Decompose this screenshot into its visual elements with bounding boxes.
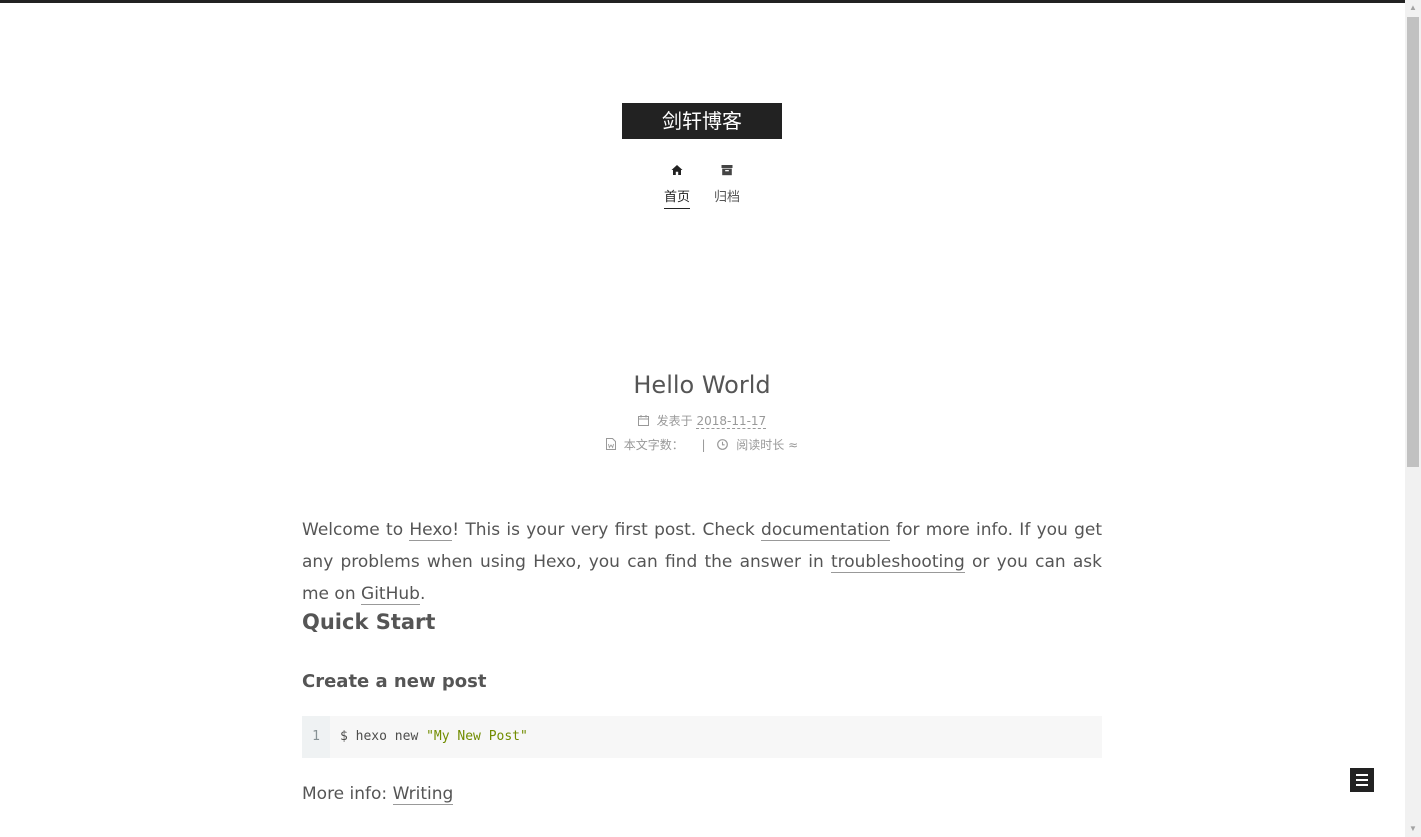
top-progress-bar [0, 0, 1405, 3]
clock-icon [717, 439, 729, 450]
section-heading: Quick Start [302, 610, 436, 634]
nav-item-label: 归档 [714, 189, 741, 204]
more-info-label: More info: [302, 784, 393, 804]
post-body: Welcome to Hexo! This is your very first… [302, 514, 1102, 805]
nav-item-archive[interactable]: 归档 [714, 164, 740, 208]
scroll-down-arrow-icon[interactable]: ▼ [1405, 821, 1421, 837]
code-line: $ hexo new "My New Post" [340, 716, 528, 758]
menu-icon-bar [1356, 784, 1368, 786]
menu-icon-bar [1356, 779, 1368, 781]
meta-separator: | [701, 438, 706, 452]
vertical-scrollbar[interactable]: ▲ ▼ [1405, 0, 1421, 837]
reading-time-label: 阅读时长 ≈ [736, 438, 799, 452]
posted-label: 发表于 [656, 414, 693, 428]
more-info: More info: Writing [302, 781, 454, 807]
site-title[interactable]: 剑轩博客 [622, 103, 782, 139]
hexo-link[interactable]: Hexo [409, 520, 453, 541]
github-link[interactable]: GitHub [361, 584, 420, 605]
code-string: "My New Post" [426, 729, 528, 744]
troubleshooting-link[interactable]: troubleshooting [830, 552, 965, 573]
blog-page: 剑轩博客 首页 归档 Hello World 发表于 2018-11-17 本文… [0, 0, 1405, 837]
nav-item-home[interactable]: 首页 [664, 164, 690, 209]
writing-link[interactable]: Writing [392, 784, 454, 805]
menu-icon-bar [1356, 774, 1368, 776]
word-file-icon [605, 438, 616, 450]
home-icon [671, 165, 683, 175]
nav-item-label: 首页 [664, 186, 690, 209]
documentation-link[interactable]: documentation [761, 520, 890, 541]
intro-text: Welcome to [302, 520, 410, 540]
code-command: $ hexo new [340, 729, 427, 744]
scrollbar-thumb[interactable] [1407, 17, 1419, 467]
code-line-number: 1 [302, 716, 330, 758]
intro-text: . [419, 584, 426, 604]
wordcount-label: 本文字数： [623, 438, 684, 452]
subsection-heading: Create a new post [302, 671, 487, 692]
code-block: 1 $ hexo new "My New Post" [302, 716, 1102, 758]
post-date[interactable]: 2018-11-17 [696, 414, 767, 429]
sidebar-toggle-button[interactable] [1350, 768, 1374, 792]
archive-icon [721, 165, 733, 176]
intro-text: ! This is your very first post. Check [452, 520, 762, 540]
post-meta-stats: 本文字数： | 阅读时长 ≈ [302, 436, 1102, 453]
intro-paragraph: Welcome to Hexo! This is your very first… [302, 514, 1102, 610]
scroll-up-arrow-icon[interactable]: ▲ [1405, 0, 1421, 16]
calendar-icon [637, 415, 649, 426]
post-meta-date: 发表于 2018-11-17 [302, 412, 1102, 429]
post-title[interactable]: Hello World [302, 371, 1102, 399]
